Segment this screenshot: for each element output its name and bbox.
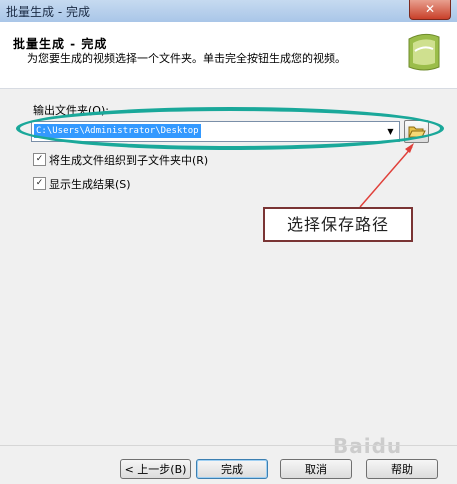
close-button[interactable]: ✕ [409, 0, 451, 20]
finish-button[interactable]: 完成 [196, 459, 268, 479]
page-subtitle: 为您要生成的视频选择一个文件夹。单击完全按钮生成您的视频。 [27, 52, 346, 65]
wizard-body: 输出文件夹(O): C:\Users\Administrator\Desktop… [0, 89, 457, 484]
page-title: 批量生成 - 完成 [13, 37, 108, 51]
window-title: 批量生成 - 完成 [6, 5, 90, 19]
close-icon: ✕ [424, 2, 436, 16]
film-logo-icon [408, 33, 440, 71]
annotation-arrow [359, 143, 414, 208]
help-button[interactable]: 帮助 [366, 459, 438, 479]
back-button[interactable]: < 上一步(B) [120, 459, 191, 479]
watermark: Baidu [333, 434, 403, 458]
button-divider [0, 445, 457, 446]
annotation-label: 选择保存路径 [263, 207, 413, 242]
title-bar: 批量生成 - 完成 ✕ [0, 0, 457, 23]
cancel-button[interactable]: 取消 [280, 459, 352, 479]
wizard-header: 批量生成 - 完成 为您要生成的视频选择一个文件夹。单击完全按钮生成您的视频。 [0, 22, 457, 89]
